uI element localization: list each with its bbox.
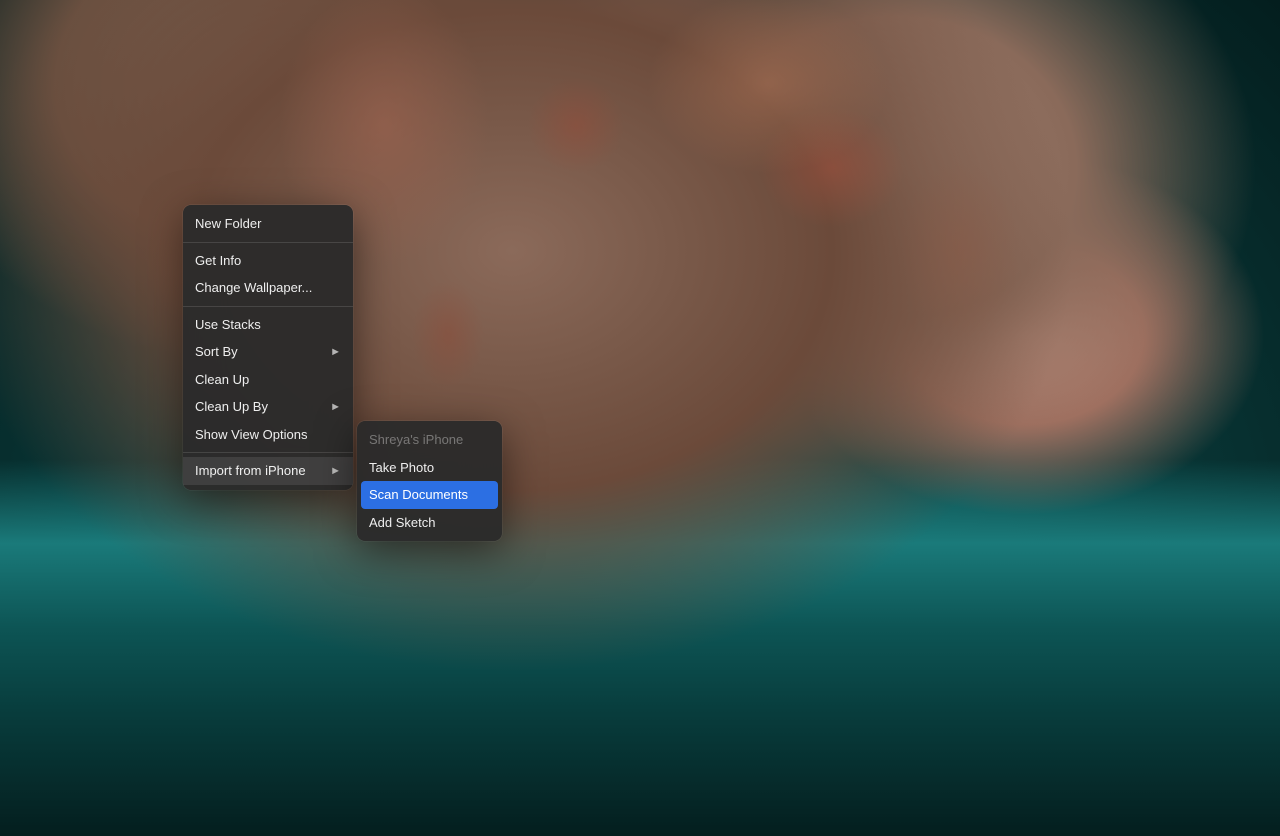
menu-item-sort-by[interactable]: Sort By ► [183, 338, 353, 366]
menu-item-show-view-options[interactable]: Show View Options [183, 421, 353, 449]
chevron-right-icon: ► [330, 344, 341, 361]
menu-separator-2 [183, 306, 353, 307]
chevron-right-icon-2: ► [330, 399, 341, 416]
menu-item-get-info[interactable]: Get Info [183, 247, 353, 275]
submenu-item-take-photo[interactable]: Take Photo [357, 454, 502, 482]
menu-item-clean-up-by[interactable]: Clean Up By ► [183, 393, 353, 421]
submenu-item-shreyas-iphone: Shreya's iPhone [357, 426, 502, 454]
menu-item-use-stacks[interactable]: Use Stacks [183, 311, 353, 339]
submenu-item-add-sketch[interactable]: Add Sketch [357, 509, 502, 537]
menu-item-clean-up[interactable]: Clean Up [183, 366, 353, 394]
submenu-import-from-iphone: Shreya's iPhone Take Photo Scan Document… [357, 421, 502, 541]
menu-item-new-folder[interactable]: New Folder [183, 210, 353, 238]
menu-separator-3 [183, 452, 353, 453]
chevron-right-icon-3: ► [330, 463, 341, 480]
menu-item-import-from-iphone[interactable]: Import from iPhone ► [183, 457, 353, 485]
menu-item-change-wallpaper[interactable]: Change Wallpaper... [183, 274, 353, 302]
context-menu: New Folder Get Info Change Wallpaper... … [183, 205, 353, 490]
submenu-item-scan-documents[interactable]: Scan Documents [361, 481, 498, 509]
menu-separator-1 [183, 242, 353, 243]
